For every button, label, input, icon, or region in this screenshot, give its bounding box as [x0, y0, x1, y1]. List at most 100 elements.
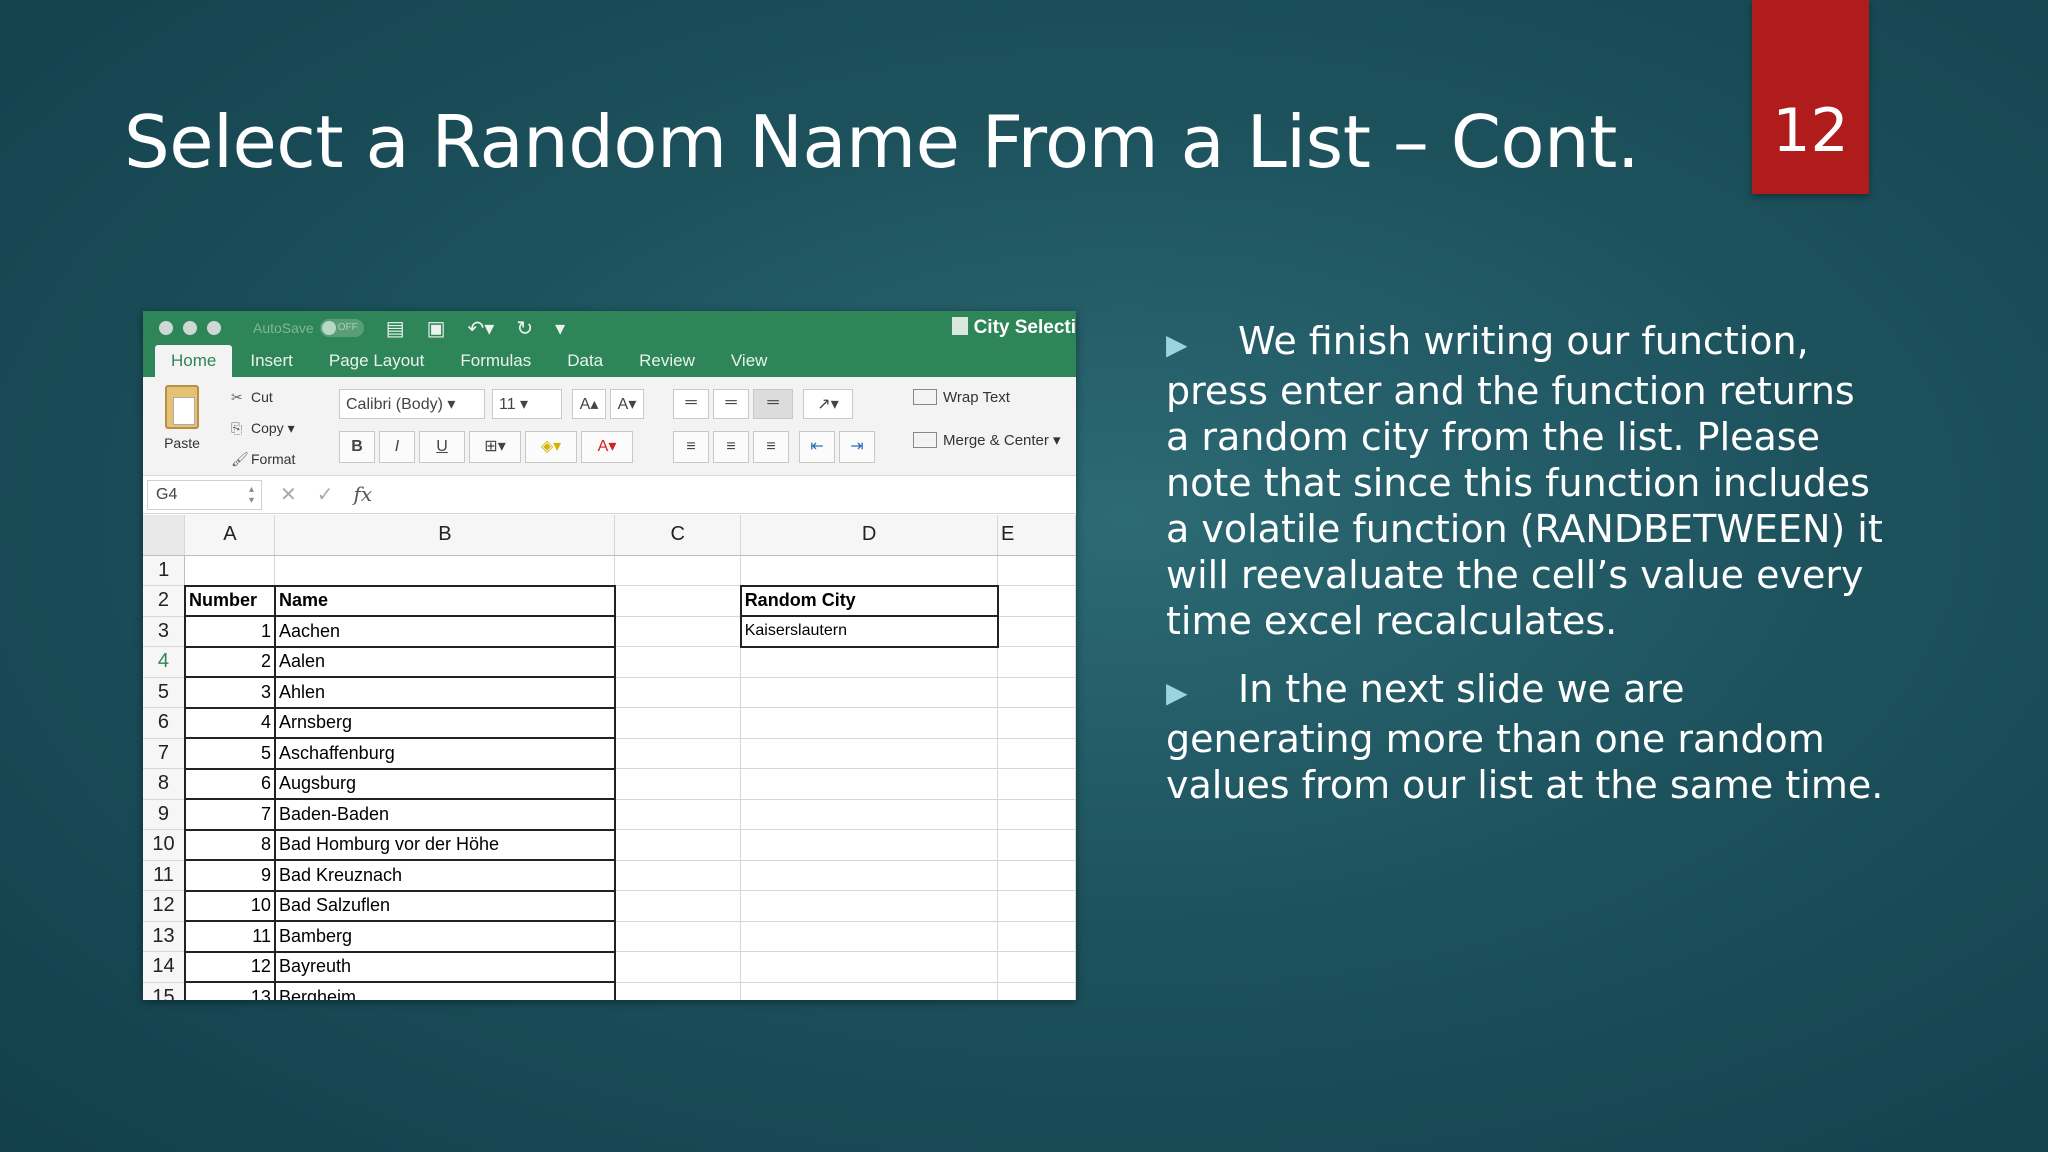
align-left-icon[interactable]: ≡ [673, 431, 709, 463]
cell-empty[interactable] [997, 738, 1076, 769]
insert-function-icon[interactable]: fx [354, 482, 373, 507]
cell-name[interactable] [274, 555, 616, 586]
align-center-icon[interactable]: ≡ [713, 431, 749, 463]
cell-number[interactable]: 3 [183, 676, 276, 709]
cell-random-city[interactable] [740, 860, 999, 891]
cell-empty[interactable] [997, 677, 1076, 708]
row-header[interactable]: 12 [143, 890, 186, 922]
merge-center-button[interactable]: Merge & Center ▾ [913, 431, 1061, 449]
fill-color-icon[interactable]: ◈▾ [525, 431, 577, 463]
increase-font-icon[interactable]: A▴ [572, 389, 606, 419]
cell-empty[interactable] [614, 951, 742, 983]
tab-data[interactable]: Data [549, 351, 621, 377]
cell-empty[interactable] [614, 890, 742, 922]
cell-empty[interactable] [997, 768, 1076, 800]
cell-name[interactable]: Name [273, 584, 616, 617]
sidebar-icon[interactable]: ▤ [386, 316, 405, 341]
cell-empty[interactable] [614, 707, 742, 739]
cell-name[interactable]: Bad Salzuflen [273, 889, 616, 922]
close-window-button[interactable] [159, 321, 173, 335]
cell-empty[interactable] [997, 921, 1076, 952]
cell-empty[interactable] [614, 738, 742, 769]
cell-number[interactable]: 4 [183, 706, 276, 739]
cell-empty[interactable] [614, 646, 742, 678]
decrease-indent-icon[interactable]: ⇤ [799, 431, 835, 463]
cell-name[interactable]: Aalen [273, 645, 616, 678]
cell-random-city[interactable] [740, 555, 999, 586]
confirm-icon[interactable]: ✓ [317, 482, 334, 507]
cell-number[interactable]: 6 [183, 767, 276, 800]
align-middle-icon[interactable]: ═ [713, 389, 749, 419]
redo-icon[interactable]: ↻ [516, 316, 533, 341]
column-header[interactable]: C [614, 515, 742, 556]
row-header[interactable]: 11 [143, 860, 186, 891]
minimize-window-button[interactable] [183, 321, 197, 335]
cell-empty[interactable] [614, 860, 742, 891]
cell-empty[interactable] [614, 585, 742, 617]
cell-random-city[interactable]: Random City [739, 584, 999, 617]
row-header[interactable]: 14 [143, 951, 186, 983]
wrap-text-button[interactable]: Wrap Text [913, 389, 1010, 406]
cell-number[interactable]: Number [183, 584, 276, 617]
cell-name[interactable]: Ahlen [273, 676, 616, 709]
tab-formulas[interactable]: Formulas [442, 351, 549, 377]
tab-page-layout[interactable]: Page Layout [311, 351, 442, 377]
cell-empty[interactable] [997, 707, 1076, 739]
row-header[interactable]: 13 [143, 921, 186, 952]
paste-button[interactable]: Paste [157, 385, 207, 451]
cell-empty[interactable] [997, 646, 1076, 678]
save-icon[interactable]: ▣ [427, 316, 446, 341]
name-box[interactable]: G4 [147, 479, 262, 510]
font-color-icon[interactable]: A▾ [581, 431, 633, 463]
cell-number[interactable]: 8 [183, 828, 276, 861]
cell-random-city[interactable] [740, 738, 999, 769]
cell-name[interactable]: Bad Homburg vor der Höhe [273, 828, 616, 861]
row-header[interactable]: 4 [143, 646, 186, 678]
select-all-corner[interactable] [143, 515, 186, 556]
cell-empty[interactable] [997, 555, 1076, 586]
cell-empty[interactable] [997, 860, 1076, 891]
cell-number[interactable]: 11 [183, 920, 276, 953]
cell-empty[interactable] [997, 890, 1076, 922]
bold-button[interactable]: B [339, 431, 375, 463]
cell-name[interactable]: Augsburg [273, 767, 616, 800]
row-header[interactable]: 10 [143, 829, 186, 861]
undo-icon[interactable]: ↶▾ [468, 316, 495, 341]
cell-name[interactable]: Bayreuth [273, 950, 616, 983]
cell-empty[interactable] [614, 555, 742, 586]
cell-name[interactable]: Bad Kreuznach [273, 859, 616, 892]
copy-button[interactable]: ⎘ Copy ▾ [231, 416, 295, 447]
column-header[interactable]: D [740, 515, 999, 556]
tab-insert[interactable]: Insert [232, 351, 311, 377]
align-bottom-icon[interactable]: ═ [753, 389, 793, 419]
cell-number[interactable]: 13 [183, 981, 276, 1000]
cell-empty[interactable] [997, 585, 1076, 617]
cell-name[interactable]: Bergheim [273, 981, 616, 1000]
cell-random-city[interactable] [740, 890, 999, 922]
row-header[interactable]: 2 [143, 585, 186, 617]
tab-review[interactable]: Review [621, 351, 713, 377]
cell-name[interactable]: Aachen [273, 615, 616, 648]
cell-empty[interactable] [997, 799, 1076, 830]
cell-empty[interactable] [997, 829, 1076, 861]
cell-empty[interactable] [997, 951, 1076, 983]
align-top-icon[interactable]: ═ [673, 389, 709, 419]
maximize-window-button[interactable] [207, 321, 221, 335]
cell-number[interactable]: 1 [183, 615, 276, 648]
cell-random-city[interactable] [740, 707, 999, 739]
cell-random-city[interactable] [740, 646, 999, 678]
font-name-select[interactable]: Calibri (Body) ▾ [339, 389, 485, 419]
cell-random-city[interactable] [740, 951, 999, 983]
align-right-icon[interactable]: ≡ [753, 431, 789, 463]
decrease-font-icon[interactable]: A▾ [610, 389, 644, 419]
font-size-select[interactable]: 11 ▾ [492, 389, 562, 419]
cell-empty[interactable] [997, 982, 1076, 1000]
cell-number[interactable]: 5 [183, 737, 276, 770]
cell-random-city[interactable] [740, 921, 999, 952]
cell-number[interactable]: 7 [183, 798, 276, 831]
cell-empty[interactable] [614, 799, 742, 830]
autosave-toggle[interactable]: OFF [319, 319, 364, 337]
row-header[interactable]: 6 [143, 707, 186, 739]
cell-empty[interactable] [614, 982, 742, 1000]
tab-home[interactable]: Home [155, 345, 233, 377]
